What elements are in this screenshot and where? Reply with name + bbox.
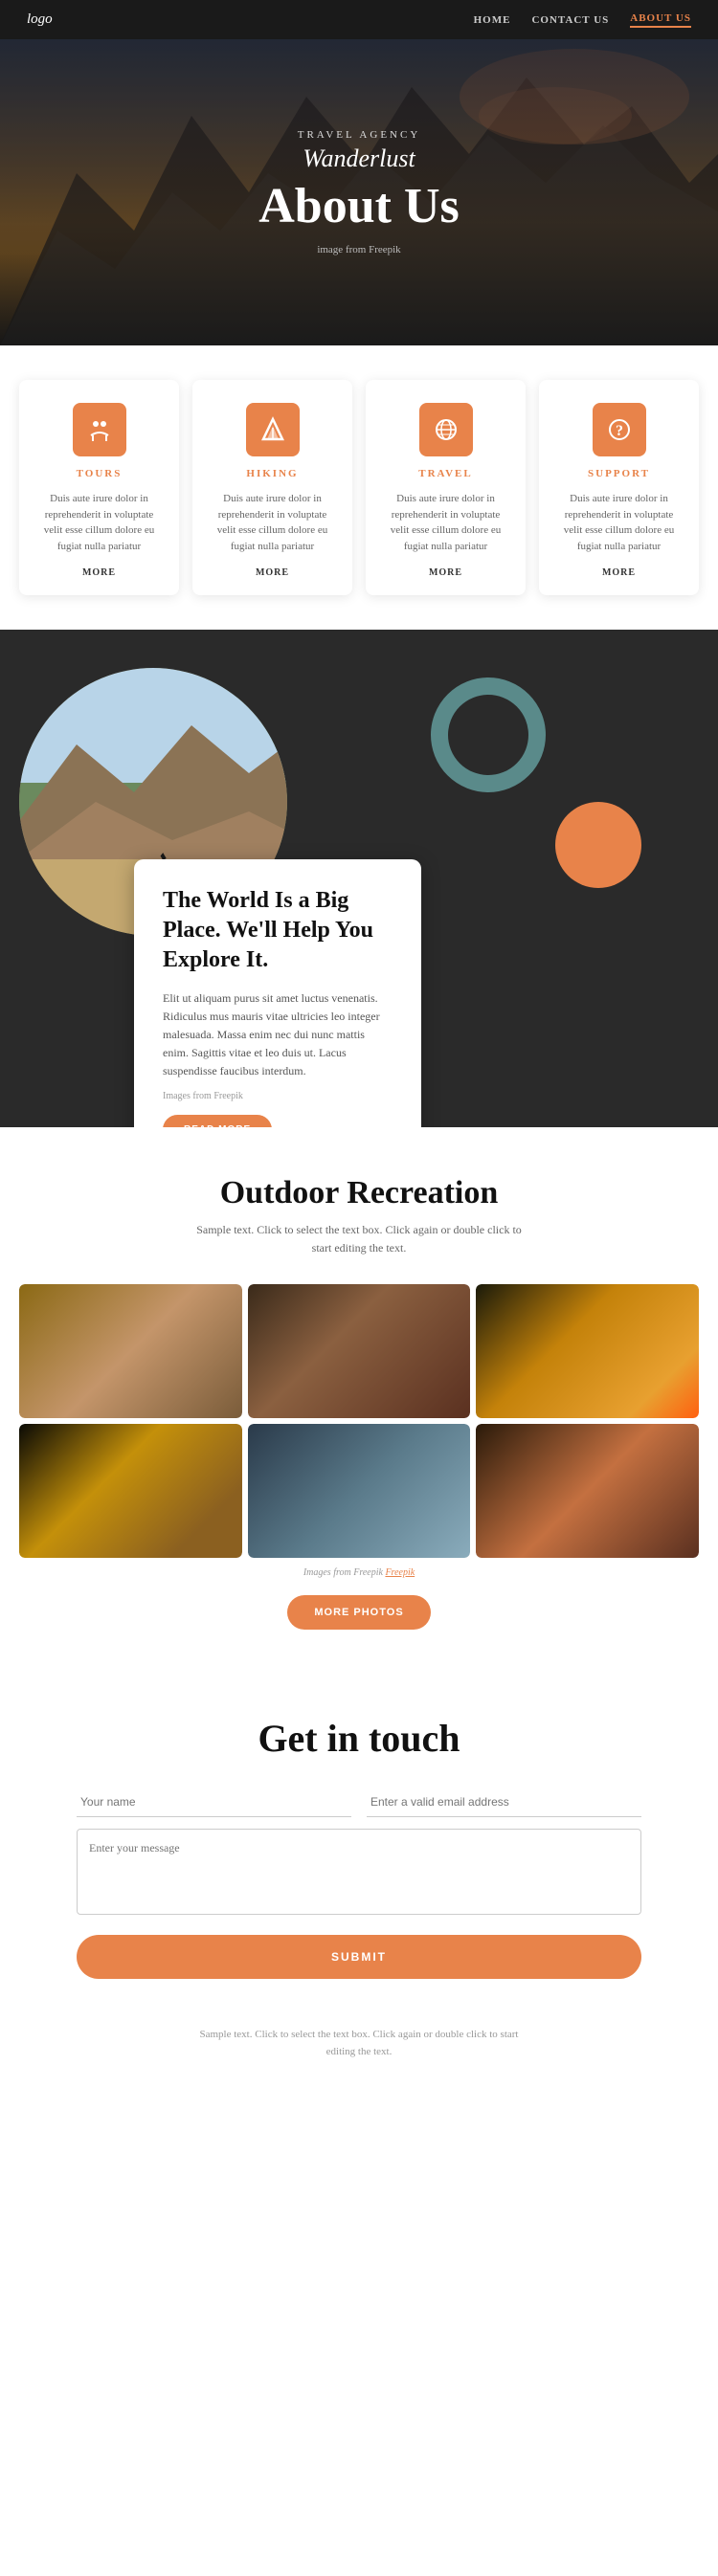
service-travel: TRAVEL Duis aute irure dolor in reprehen…	[366, 380, 526, 595]
service-support: ? SUPPORT Duis aute irure dolor in repre…	[539, 380, 699, 595]
hero-content: TRAVEL AGENCY Wanderlust About Us image …	[258, 129, 460, 255]
navbar: logo HOME CONTACT US ABOUT US	[0, 0, 718, 39]
hero-brand: Wanderlust	[258, 144, 460, 173]
contact-name-input[interactable]	[77, 1788, 351, 1817]
hero-agency: TRAVEL AGENCY	[258, 129, 460, 141]
explore-title: The World Is a Big Place. We'll Help You…	[163, 886, 393, 976]
contact-name-email-row	[77, 1788, 641, 1817]
services-grid: TOURS Duis aute irure dolor in reprehend…	[19, 380, 699, 595]
explore-body: Elit ut aliquam purus sit amet luctus ve…	[163, 989, 393, 1081]
service-hiking: HIKING Duis aute irure dolor in reprehen…	[192, 380, 352, 595]
svg-text:?: ?	[616, 423, 623, 439]
support-more[interactable]: MORE	[554, 567, 684, 578]
more-photos-button[interactable]: MORE PHOTOS	[287, 1595, 430, 1630]
hero-credit: image from Freepik	[258, 244, 460, 255]
services-section: TOURS Duis aute irure dolor in reprehend…	[0, 345, 718, 630]
hiking-more[interactable]: MORE	[208, 567, 337, 578]
explore-credit: Images from Freepik	[163, 1091, 393, 1101]
contact-section: Get in touch SUBMIT	[0, 1668, 718, 2008]
nav-contact[interactable]: CONTACT US	[531, 14, 609, 26]
hiking-title: HIKING	[208, 468, 337, 479]
photo-3	[476, 1284, 699, 1418]
photo-6	[476, 1424, 699, 1558]
footer-text: Sample text. Click to select the text bo…	[187, 2027, 531, 2060]
photo-5	[248, 1424, 471, 1558]
tours-text: Duis aute irure dolor in reprehenderit i…	[34, 491, 164, 554]
travel-more[interactable]: MORE	[381, 567, 510, 578]
travel-text: Duis aute irure dolor in reprehenderit i…	[381, 491, 510, 554]
explore-card: The World Is a Big Place. We'll Help You…	[134, 859, 421, 1127]
explore-section: The World Is a Big Place. We'll Help You…	[0, 630, 718, 1127]
nav-links: HOME CONTACT US ABOUT US	[474, 12, 691, 28]
contact-message-input[interactable]	[77, 1829, 641, 1915]
photo-grid	[19, 1284, 699, 1558]
support-title: SUPPORT	[554, 468, 684, 479]
nav-home[interactable]: HOME	[474, 14, 511, 26]
tours-icon	[73, 403, 126, 456]
support-text: Duis aute irure dolor in reprehenderit i…	[554, 491, 684, 554]
footer: Sample text. Click to select the text bo…	[0, 2008, 718, 2079]
contact-email-input[interactable]	[367, 1788, 641, 1817]
support-icon: ?	[593, 403, 646, 456]
hiking-text: Duis aute irure dolor in reprehenderit i…	[208, 491, 337, 554]
read-more-button[interactable]: READ MORE	[163, 1115, 272, 1128]
hero-title: About Us	[258, 179, 460, 233]
submit-button[interactable]: SUBMIT	[77, 1935, 641, 1979]
explore-decoration-orange	[555, 802, 641, 888]
tours-more[interactable]: MORE	[34, 567, 164, 578]
photo-credit: Images from Freepik Freepik	[19, 1567, 699, 1578]
travel-icon	[419, 403, 473, 456]
explore-decoration-teal	[431, 677, 546, 792]
logo: logo	[27, 11, 53, 28]
outdoor-section: Outdoor Recreation Sample text. Click to…	[0, 1127, 718, 1668]
outdoor-title: Outdoor Recreation	[19, 1175, 699, 1211]
outdoor-subtitle: Sample text. Click to select the text bo…	[196, 1221, 522, 1257]
travel-title: TRAVEL	[381, 468, 510, 479]
contact-title: Get in touch	[77, 1716, 641, 1761]
photo-1	[19, 1284, 242, 1418]
hiking-icon	[246, 403, 300, 456]
nav-about[interactable]: ABOUT US	[630, 12, 691, 28]
photo-2	[248, 1284, 471, 1418]
photo-4	[19, 1424, 242, 1558]
service-tours: TOURS Duis aute irure dolor in reprehend…	[19, 380, 179, 595]
hero-section: TRAVEL AGENCY Wanderlust About Us image …	[0, 39, 718, 345]
tours-title: TOURS	[34, 468, 164, 479]
